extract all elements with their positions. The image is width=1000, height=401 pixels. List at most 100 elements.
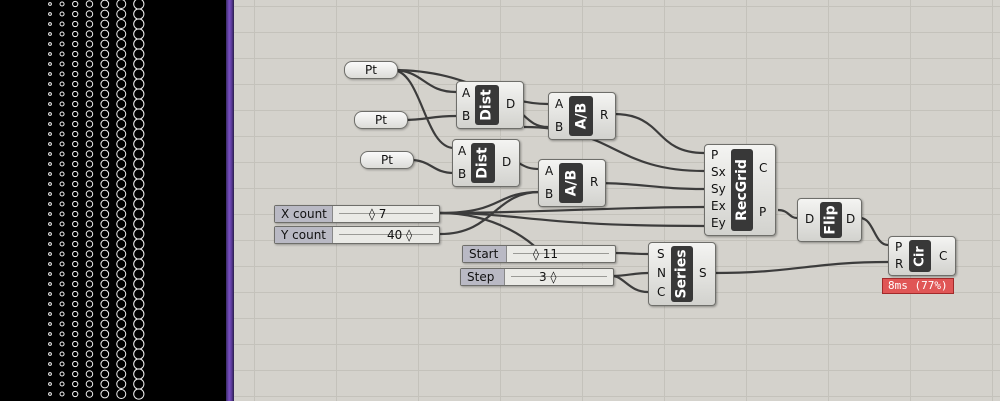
preview-circle (72, 150, 79, 158)
input-pin-c[interactable]: C (657, 285, 665, 299)
output-pin-r[interactable]: R (590, 175, 598, 189)
preview-circle (72, 10, 79, 18)
input-pin-r[interactable]: R (895, 257, 903, 271)
point-param-3[interactable]: Pt (360, 151, 414, 169)
preview-circle (116, 229, 127, 239)
input-pin-a[interactable]: A (555, 97, 563, 111)
preview-circle (72, 40, 79, 48)
output-pin-c[interactable]: C (939, 249, 947, 263)
preview-circle (72, 80, 79, 88)
preview-circle (100, 189, 110, 199)
output-pin-r[interactable]: R (600, 108, 608, 122)
preview-circle (100, 349, 110, 359)
x-count-slider[interactable]: X count ◊ 7 (274, 205, 440, 223)
grasshopper-canvas[interactable]: Pt Pt Pt A B Dist D A B Dist D A B A/B R… (234, 0, 1000, 401)
preview-circle (72, 260, 79, 268)
input-pin-b[interactable]: B (458, 167, 466, 181)
slider-label: Step (461, 269, 505, 285)
input-pin-a[interactable]: A (458, 144, 466, 158)
input-pin-a[interactable]: A (462, 86, 470, 100)
input-pin-p[interactable]: P (711, 148, 718, 162)
preview-circle (48, 312, 52, 316)
point-param-2[interactable]: Pt (354, 111, 408, 129)
output-pin-d[interactable]: D (846, 212, 855, 226)
point-label: Pt (381, 153, 393, 167)
preview-circle (133, 88, 145, 100)
division-component-1[interactable]: A B A/B R (548, 92, 616, 140)
preview-circle (85, 160, 94, 168)
flip-matrix-component[interactable]: D Flip D (797, 198, 862, 242)
output-pin-p[interactable]: P (759, 205, 766, 219)
division-component-2[interactable]: A B A/B R (538, 159, 606, 207)
component-name: Flip (820, 202, 842, 238)
preview-circle (48, 272, 52, 276)
preview-circle (100, 99, 110, 109)
preview-circle (48, 212, 52, 216)
input-pin-b[interactable]: B (462, 109, 470, 123)
preview-circle (59, 101, 65, 107)
output-pin-d[interactable]: D (502, 155, 511, 169)
preview-circle (100, 169, 110, 179)
input-pin-sy[interactable]: Sy (711, 182, 726, 196)
preview-circle (133, 348, 145, 360)
slider-value[interactable]: ◊ 7 (369, 206, 386, 222)
input-pin-ex[interactable]: Ex (711, 199, 726, 213)
preview-circle (59, 311, 65, 317)
y-count-slider[interactable]: Y count 40 ◊ (274, 226, 440, 244)
input-pin-d[interactable]: D (805, 212, 814, 226)
preview-circle (116, 169, 127, 179)
preview-circle (133, 338, 145, 350)
input-pin-p[interactable]: P (895, 240, 902, 254)
input-pin-s[interactable]: S (657, 247, 665, 261)
input-pin-n[interactable]: N (657, 266, 666, 280)
slider-value[interactable]: ◊ 11 (533, 246, 558, 262)
wire-layer (391, 68, 889, 294)
step-slider[interactable]: Step 3 ◊ (460, 268, 614, 286)
slider-value[interactable]: 3 ◊ (539, 269, 556, 285)
rhino-viewport[interactable] (0, 0, 226, 401)
component-name: Dist (471, 143, 495, 183)
input-pin-b[interactable]: B (555, 120, 563, 134)
preview-circle (48, 372, 52, 376)
preview-circle (116, 189, 127, 199)
preview-circle (100, 389, 110, 399)
preview-circle (116, 219, 127, 229)
series-component[interactable]: S N C Series S (648, 242, 716, 306)
slider-value[interactable]: 40 ◊ (387, 227, 412, 243)
preview-circle (48, 112, 52, 116)
preview-circle (59, 261, 65, 267)
input-pin-ey[interactable]: Ey (711, 216, 726, 230)
preview-circle (133, 368, 145, 380)
distance-component-1[interactable]: A B Dist D (456, 81, 524, 129)
preview-circle (85, 300, 94, 308)
preview-circle (48, 302, 52, 306)
preview-circle (100, 49, 110, 59)
preview-circle (133, 288, 145, 300)
wire (611, 274, 649, 294)
point-param-1[interactable]: Pt (344, 61, 398, 79)
rectangular-grid-component[interactable]: P Sx Sy Ex Ey RecGrid C P (704, 144, 776, 236)
preview-circle (100, 129, 110, 139)
input-pin-b[interactable]: B (545, 187, 553, 201)
preview-circle (85, 90, 94, 98)
start-slider[interactable]: Start ◊ 11 (462, 245, 616, 263)
preview-circle (100, 79, 110, 89)
slider-track (513, 253, 609, 254)
circle-component[interactable]: P R Cir C (888, 236, 956, 276)
panel-splitter[interactable] (226, 0, 234, 401)
preview-circle (85, 250, 94, 258)
preview-circle (85, 370, 94, 378)
input-pin-a[interactable]: A (545, 164, 553, 178)
preview-circle (72, 370, 79, 378)
wire (777, 208, 798, 220)
output-pin-s[interactable]: S (699, 266, 707, 280)
output-pin-c[interactable]: C (759, 161, 767, 175)
distance-component-2[interactable]: A B Dist D (452, 139, 520, 187)
preview-circle (85, 170, 94, 178)
preview-circle (116, 49, 127, 59)
wire (611, 271, 649, 278)
input-pin-sx[interactable]: Sx (711, 165, 726, 179)
preview-circle (48, 72, 52, 76)
preview-circle (133, 358, 145, 370)
output-pin-d[interactable]: D (506, 97, 515, 111)
